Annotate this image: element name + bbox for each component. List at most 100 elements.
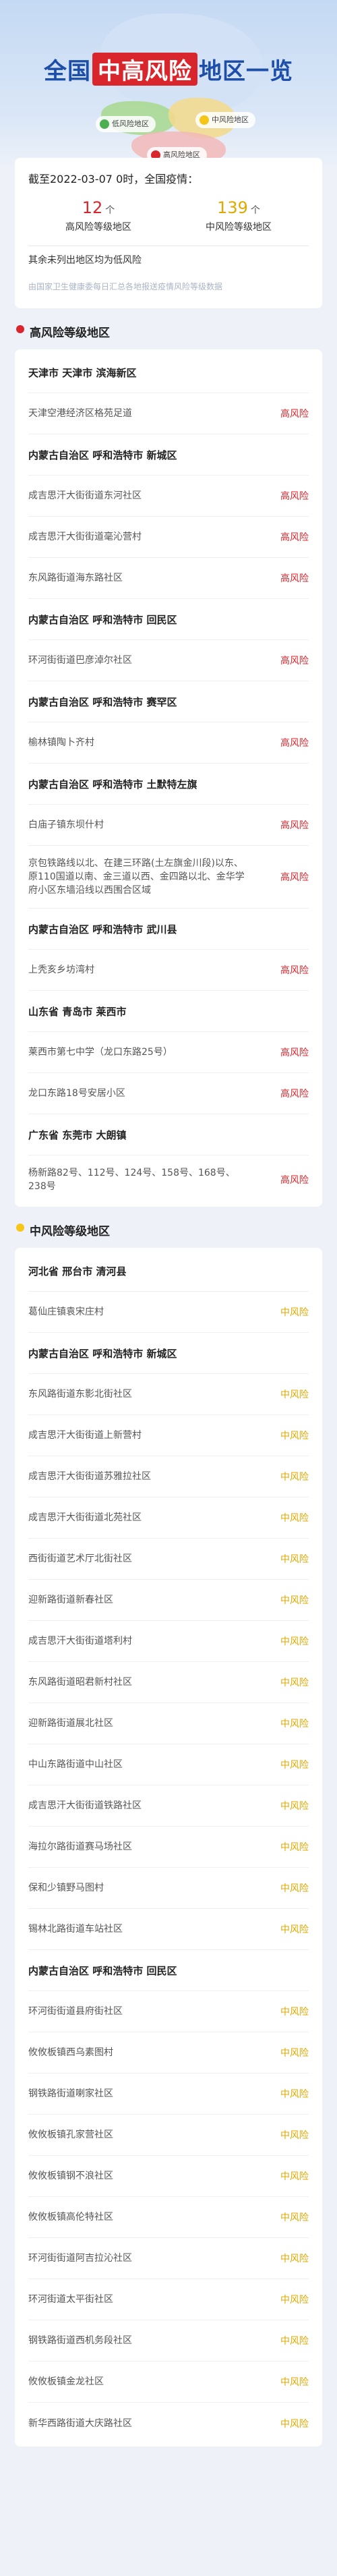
area-name: 锡林北路街道车站社区 <box>28 1924 123 1935</box>
list-item: 成吉思汗大街街道苏雅拉社区 中风险 <box>28 1456 309 1497</box>
region-group-header: 天津市 天津市 滨海新区 <box>28 352 309 393</box>
list-item: 迎新路街道新春社区 中风险 <box>28 1580 309 1621</box>
area-name: 成吉思汗大街街道东河社区 <box>28 490 142 501</box>
area-name: 保和少镇野马图村 <box>28 1883 104 1893</box>
area-name: 新华西路街道大庆路社区 <box>28 2417 132 2429</box>
list-item: 龙口东路18号安居小区 高风险 <box>28 1073 309 1114</box>
stats-row: 12 个 高风险等级地区 139 个 中风险等级地区 <box>28 198 309 246</box>
area-name: 杨新路82号、112号、124号、158号、168号、238号 <box>28 1168 235 1192</box>
list-item: 环河街街道巴彦淖尔社区 高风险 <box>28 640 309 681</box>
source-note: 由国家卫生健康委每日汇总各地报送疫情风险等级数据 <box>28 282 223 291</box>
rest-note: 其余未列出地区均为低风险 <box>28 255 142 266</box>
area-name: 成吉思汗大街街道毫沁营村 <box>28 532 142 542</box>
mid-section-title: 中风险等级地区 <box>15 1207 322 1248</box>
list-item: 成吉思汗大街街道毫沁营村 高风险 <box>28 517 309 558</box>
risk-level-label: 中风险 <box>280 1390 309 1400</box>
area-name: 钢铁路街道西机务段社区 <box>28 2335 132 2346</box>
area-name: 环河街街道县府街社区 <box>28 2006 123 2017</box>
area-name: 成吉思汗大街街道铁路社区 <box>28 1800 142 1811</box>
region-group-header: 广东省 东莞市 大朗镇 <box>28 1114 309 1155</box>
risk-level-label: 中风险 <box>280 1924 309 1935</box>
list-item: 成吉思汗大街街道铁路社区 中风险 <box>28 1785 309 1827</box>
risk-level-label: 高风险 <box>280 1175 309 1186</box>
list-item: 东风路街道海东路社区 高风险 <box>28 558 309 599</box>
list-item: 西街街道艺术厅北街社区 中风险 <box>28 1539 309 1580</box>
list-item: 攸攸板镇金龙社区 中风险 <box>28 2362 309 2403</box>
area-name: 京包铁路线以北、在建三环路(土左旗金川段)以东、原110国道以南、金三道以西、金… <box>28 858 245 896</box>
risk-level-label: 中风险 <box>280 1513 309 1524</box>
region-group-header: 内蒙古自治区 呼和浩特市 赛罕区 <box>28 681 309 722</box>
risk-level-label: 中风险 <box>280 2007 309 2017</box>
risk-level-label: 中风险 <box>280 2336 309 2347</box>
area-name: 中山东路街道中山社区 <box>28 1759 123 1770</box>
list-item: 天津空港经济区格苑足道 高风险 <box>28 393 309 434</box>
title-highlight: 中高风险 <box>92 53 197 86</box>
list-item: 保和少镇野马图村 中风险 <box>28 1868 309 1909</box>
risk-level-label: 中风险 <box>280 1431 309 1441</box>
area-name: 上秃亥乡坊湾村 <box>28 965 94 975</box>
page-title: 全国 中高风险 地区一览 <box>0 53 337 86</box>
risk-level-label: 中风险 <box>280 2377 309 2388</box>
list-item: 环河街道太平街社区 中风险 <box>28 2279 309 2320</box>
area-name: 迎新路街道展北社区 <box>28 1718 113 1729</box>
risk-level-label: 中风险 <box>280 2212 309 2223</box>
area-name: 攸攸板镇西乌素图村 <box>28 2047 113 2058</box>
list-item: 京包铁路线以北、在建三环路(土左旗金川段)以东、原110国道以南、金三道以西、金… <box>28 846 309 909</box>
risk-level-label: 高风险 <box>280 820 309 831</box>
mid-risk-dot-icon <box>200 115 209 125</box>
list-item: 钢铁路街道西机务段社区 中风险 <box>28 2320 309 2362</box>
area-name: 东风路街道海东路社区 <box>28 573 123 583</box>
list-item: 东风路街道东影北街社区 中风险 <box>28 1374 309 1415</box>
region-group-name: 山东省 青岛市 莱西市 <box>28 1005 127 1018</box>
risk-level-label: 中风险 <box>280 1719 309 1729</box>
list-item: 葛仙庄镇袁宋庄村 中风险 <box>28 1292 309 1333</box>
area-name: 成吉思汗大街街道上新营村 <box>28 1430 142 1441</box>
risk-level-label: 中风险 <box>280 1472 309 1483</box>
area-name: 成吉思汗大街街道苏雅拉社区 <box>28 1471 151 1482</box>
region-group-name: 内蒙古自治区 呼和浩特市 回民区 <box>28 613 177 626</box>
area-name: 钢铁路街道喇家社区 <box>28 2088 113 2099</box>
summary-date: 截至2022-03-07 0时，全国疫情： <box>28 173 199 185</box>
region-group-name: 内蒙古自治区 呼和浩特市 武川县 <box>28 923 177 936</box>
risk-level-label: 高风险 <box>280 409 309 420</box>
list-item: 成吉思汗大街街道北苑社区 中风险 <box>28 1497 309 1539</box>
region-group-name: 内蒙古自治区 呼和浩特市 赛罕区 <box>28 695 177 708</box>
list-item: 海拉尔路街道赛马场社区 中风险 <box>28 1827 309 1868</box>
risk-level-label: 中风险 <box>280 1554 309 1565</box>
area-name: 环河街道太平街社区 <box>28 2294 113 2305</box>
risk-level-label: 高风险 <box>280 573 309 584</box>
region-group-header: 内蒙古自治区 呼和浩特市 回民区 <box>28 1950 309 1991</box>
region-group-header: 山东省 青岛市 莱西市 <box>28 991 309 1032</box>
risk-level-label: 中风险 <box>280 1595 309 1606</box>
list-item: 白庙子镇东坝什村 高风险 <box>28 805 309 846</box>
region-group-name: 内蒙古自治区 呼和浩特市 新城区 <box>28 1347 177 1360</box>
risk-level-label: 中风险 <box>280 2089 309 2100</box>
high-section-title-text: 高风险等级地区 <box>30 326 110 340</box>
risk-level-label: 高风险 <box>280 738 309 749</box>
list-item: 成吉思汗大街街道上新营村 中风险 <box>28 1415 309 1456</box>
area-name: 龙口东路18号安居小区 <box>28 1088 125 1099</box>
region-group-name: 广东省 东莞市 大朗镇 <box>28 1128 127 1141</box>
risk-level-label: 中风险 <box>280 2418 309 2430</box>
region-group-header: 内蒙古自治区 呼和浩特市 新城区 <box>28 434 309 476</box>
header-banner: 全国 中高风险 地区一览 低风险地区 中风险地区 高风险地区 <box>0 0 337 170</box>
stat-mid-label: 中风险等级地区 <box>206 222 272 233</box>
list-item: 攸攸板镇孔家营社区 中风险 <box>28 2115 309 2156</box>
list-item: 攸攸板镇西乌素图村 中风险 <box>28 2032 309 2073</box>
title-part-1: 全国 <box>44 58 91 85</box>
risk-level-label: 高风险 <box>280 656 309 666</box>
risk-level-label: 中风险 <box>280 2295 309 2306</box>
list-item: 莱西市第七中学（龙口东路25号） 高风险 <box>28 1032 309 1073</box>
list-item: 迎新路街道展北社区 中风险 <box>28 1703 309 1744</box>
risk-level-label: 中风险 <box>280 2130 309 2141</box>
risk-level-label: 中风险 <box>280 1801 309 1812</box>
list-item: 钢铁路街道喇家社区 中风险 <box>28 2073 309 2115</box>
risk-level-label: 中风险 <box>280 2171 309 2182</box>
high-bullet-icon <box>16 325 24 333</box>
list-item: 榆林镇陶卜齐村 高风险 <box>28 722 309 764</box>
list-item: 杨新路82号、112号、124号、158号、168号、238号 高风险 <box>28 1155 309 1204</box>
area-name: 环河街街道阿吉拉沁社区 <box>28 2253 132 2264</box>
region-group-header: 河北省 邢台市 清河县 <box>28 1251 309 1292</box>
risk-level-label: 高风险 <box>280 872 309 883</box>
region-group-name: 河北省 邢台市 清河县 <box>28 1265 127 1278</box>
